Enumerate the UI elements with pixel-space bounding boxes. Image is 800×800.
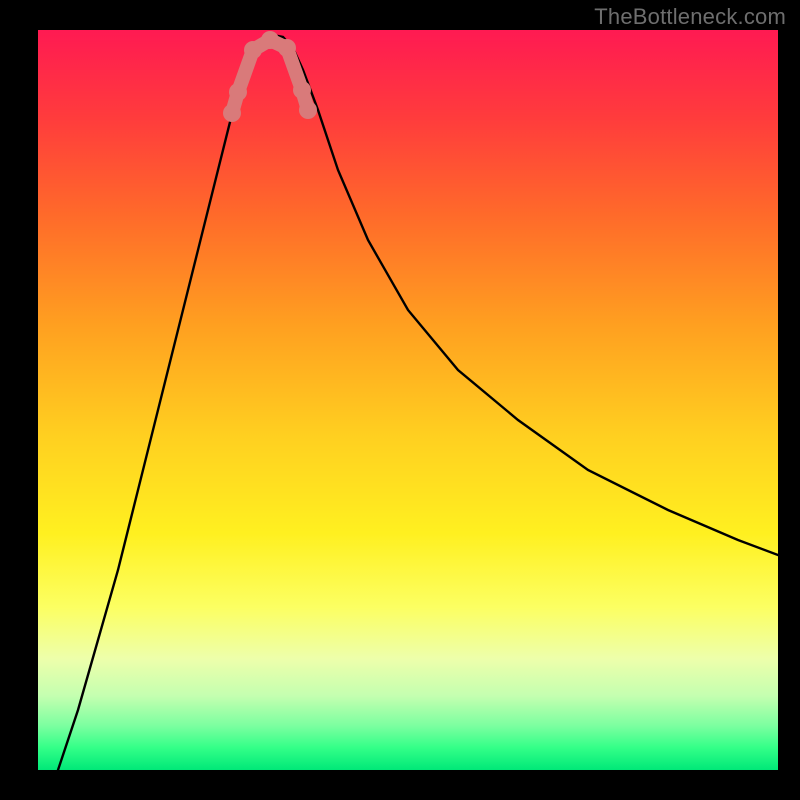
- marker-dot: [223, 104, 241, 122]
- marker-dot: [261, 31, 279, 49]
- marker-dot: [278, 39, 296, 57]
- watermark-text: TheBottleneck.com: [594, 4, 786, 30]
- marker-dot: [299, 101, 317, 119]
- bottleneck-curve: [58, 35, 778, 770]
- chart-svg: [38, 30, 778, 770]
- curve-markers: [223, 31, 317, 122]
- plot-area: [38, 30, 778, 770]
- marker-dot: [244, 41, 262, 59]
- chart-frame: TheBottleneck.com: [0, 0, 800, 800]
- marker-dot: [229, 83, 247, 101]
- marker-dot: [293, 81, 311, 99]
- marker-connector: [232, 40, 308, 113]
